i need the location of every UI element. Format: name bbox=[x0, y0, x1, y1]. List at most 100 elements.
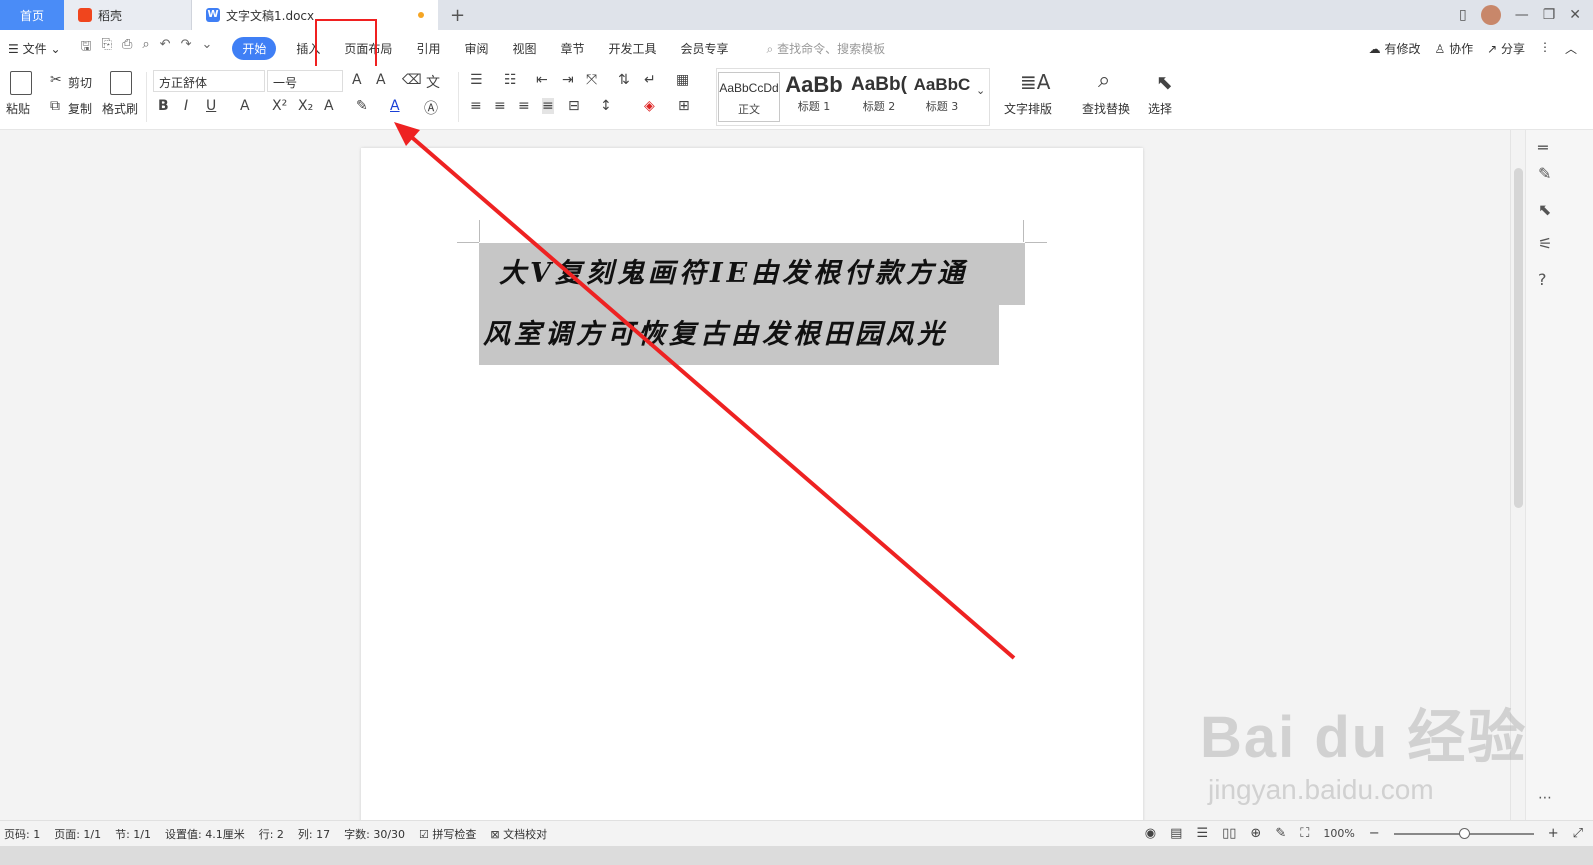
style-heading-1[interactable]: AaBb 标题 1 bbox=[782, 72, 846, 122]
align-right-icon[interactable]: ≡ bbox=[518, 98, 530, 114]
status-section[interactable]: 节: 1/1 bbox=[115, 826, 151, 842]
fit-page-icon[interactable]: ⛶ bbox=[1300, 826, 1309, 841]
font-size-select[interactable]: 一号 bbox=[267, 70, 343, 92]
panel-handle-icon[interactable]: ═ bbox=[1538, 138, 1548, 157]
layout-switch-icon[interactable]: ▯ bbox=[1459, 7, 1467, 23]
text-layout-button[interactable]: 文字排版 bbox=[1004, 100, 1052, 117]
font-grow-icon[interactable]: A bbox=[352, 72, 362, 88]
cut-button[interactable]: 剪切 bbox=[68, 74, 92, 91]
clear-format-icon[interactable]: ⌫ bbox=[402, 72, 422, 88]
decrease-indent-icon[interactable]: ⇤ bbox=[536, 72, 548, 88]
font-shrink-icon[interactable]: A bbox=[376, 72, 386, 88]
reading-view-icon[interactable]: ▯▯ bbox=[1222, 826, 1236, 841]
format-painter-icon[interactable] bbox=[110, 71, 132, 95]
web-view-icon[interactable]: ⊕ bbox=[1250, 826, 1261, 841]
edit-pen-icon[interactable]: ✎ bbox=[1538, 164, 1551, 183]
settings-sliders-icon[interactable]: ⚟ bbox=[1538, 234, 1552, 253]
status-pages[interactable]: 页面: 1/1 bbox=[54, 826, 101, 842]
write-mode-icon[interactable]: ✎ bbox=[1275, 826, 1286, 841]
selected-text-line-1[interactable]: 大V复刻鬼画符IE由发根付款方通 bbox=[479, 243, 1025, 305]
document-page[interactable]: 大V复刻鬼画符IE由发根付款方通 风室调方可恢复古由发根田园风光 bbox=[361, 148, 1143, 820]
scroll-thumb[interactable] bbox=[1514, 168, 1523, 508]
subscript-icon[interactable]: X₂ bbox=[298, 98, 313, 114]
menu-tab-insert[interactable]: 插入 bbox=[284, 40, 332, 57]
menu-tab-section[interactable]: 章节 bbox=[548, 40, 596, 57]
zoom-slider-knob[interactable] bbox=[1458, 827, 1470, 839]
menu-tab-references[interactable]: 引用 bbox=[404, 40, 452, 57]
style-normal[interactable]: AaBbCcDd 正文 bbox=[718, 72, 780, 122]
print-icon[interactable]: ⎙ bbox=[122, 37, 132, 59]
menu-tab-page-layout[interactable]: 页面布局 bbox=[332, 40, 404, 57]
more-icon[interactable]: ⋮ bbox=[1539, 40, 1551, 57]
menu-tab-view[interactable]: 视图 bbox=[500, 40, 548, 57]
status-row[interactable]: 行: 2 bbox=[259, 826, 284, 842]
highlight-pen-icon[interactable]: ✎ bbox=[356, 98, 368, 114]
format-painter-button[interactable]: 格式刷 bbox=[102, 100, 138, 117]
menu-tab-review[interactable]: 审阅 bbox=[452, 40, 500, 57]
gallery-scroll-icon[interactable]: ⌄ bbox=[976, 84, 985, 97]
tab-home[interactable]: 首页 bbox=[0, 0, 64, 30]
select-button[interactable]: 选择 bbox=[1148, 100, 1172, 117]
pointer-icon[interactable]: ⬉ bbox=[1538, 200, 1551, 219]
status-page[interactable]: 页码: 1 bbox=[4, 826, 40, 842]
numbered-list-icon[interactable]: ☷ bbox=[504, 72, 517, 88]
spell-check-button[interactable]: ☑ 拼写检查 bbox=[419, 826, 476, 842]
avatar[interactable] bbox=[1480, 5, 1501, 25]
minimize-icon[interactable]: — bbox=[1515, 7, 1529, 23]
fullscreen-icon[interactable]: ⤢ bbox=[1573, 826, 1583, 841]
customize-icon[interactable]: ⌄ bbox=[201, 37, 212, 59]
page-view-icon[interactable]: ▤ bbox=[1170, 826, 1182, 841]
align-left-icon[interactable]: ≡ bbox=[470, 98, 482, 114]
selected-text-line-2[interactable]: 风室调方可恢复古由发根田园风光 bbox=[479, 305, 999, 365]
more-dots-icon[interactable]: ⋯ bbox=[1538, 790, 1552, 806]
distributed-icon[interactable]: ⊟ bbox=[568, 98, 580, 114]
undo-icon[interactable]: ↶ bbox=[160, 37, 171, 59]
font-name-select[interactable]: 方正舒体 bbox=[153, 70, 265, 92]
paste-icon[interactable] bbox=[10, 71, 32, 95]
share-button[interactable]: ↗ 分享 bbox=[1487, 40, 1525, 57]
export-icon[interactable]: ⎘ bbox=[102, 37, 112, 59]
tab-daoke[interactable]: 稻壳 bbox=[64, 0, 192, 30]
zoom-out-icon[interactable]: − bbox=[1369, 826, 1380, 841]
status-word-count[interactable]: 字数: 30/30 bbox=[344, 826, 405, 842]
command-search[interactable]: ⌕ 查找命令、搜索模板 bbox=[755, 40, 898, 57]
proofread-button[interactable]: ⊠ 文档校对 bbox=[490, 826, 547, 842]
paste-button[interactable]: 粘贴 bbox=[6, 100, 30, 117]
help-icon[interactable]: ? bbox=[1538, 270, 1547, 289]
modified-button[interactable]: ☁ 有修改 bbox=[1369, 40, 1421, 57]
increase-indent-icon[interactable]: ⇥ bbox=[562, 72, 574, 88]
tab-document[interactable]: W 文字文稿1.docx bbox=[192, 0, 438, 30]
text-effect-icon[interactable]: A bbox=[324, 98, 334, 114]
style-heading-3[interactable]: AaBbC 标题 3 bbox=[910, 72, 974, 122]
find-replace-button[interactable]: 查找替换 bbox=[1082, 100, 1130, 117]
status-setting[interactable]: 设置值: 4.1厘米 bbox=[165, 826, 245, 842]
bullet-list-icon[interactable]: ☰ bbox=[470, 72, 483, 88]
show-marks-icon[interactable]: ↵ bbox=[644, 72, 656, 88]
chinese-layout-icon[interactable]: ⤧ bbox=[586, 72, 597, 88]
print-preview-icon[interactable]: ⌕ bbox=[142, 37, 149, 59]
bold-icon[interactable]: B bbox=[158, 98, 169, 114]
style-heading-2[interactable]: AaBb( 标题 2 bbox=[848, 72, 910, 122]
zoom-in-icon[interactable]: + bbox=[1548, 826, 1559, 841]
new-tab-button[interactable]: + bbox=[438, 0, 477, 30]
collapse-ribbon-icon[interactable]: ︿ bbox=[1565, 40, 1577, 57]
line-spacing-icon[interactable]: ↕ bbox=[600, 98, 612, 114]
shading-icon[interactable]: ◈ bbox=[644, 98, 655, 114]
file-menu[interactable]: ☰ 文件 ⌄ bbox=[8, 40, 73, 57]
redo-icon[interactable]: ↷ bbox=[181, 37, 192, 59]
font-color-icon[interactable]: A bbox=[390, 98, 400, 114]
status-col[interactable]: 列: 17 bbox=[298, 826, 330, 842]
justify-icon[interactable]: ≡ bbox=[542, 98, 554, 114]
menu-tab-developer[interactable]: 开发工具 bbox=[597, 40, 669, 57]
menu-tab-start[interactable]: 开始 bbox=[232, 36, 277, 60]
sort-icon[interactable]: ⇅ bbox=[618, 72, 630, 88]
strikethrough-icon[interactable]: A bbox=[240, 98, 250, 114]
borders-icon[interactable]: ⊞ bbox=[678, 98, 690, 114]
document-workspace[interactable]: 大V复刻鬼画符IE由发根付款方通 风室调方可恢复古由发根田园风光 bbox=[0, 130, 1510, 820]
restore-icon[interactable]: ❐ bbox=[1543, 7, 1556, 23]
eye-protection-icon[interactable]: ◉ bbox=[1145, 826, 1156, 841]
outline-view-icon[interactable]: ☰ bbox=[1196, 826, 1208, 841]
collaborate-button[interactable]: ♙ 协作 bbox=[1434, 40, 1473, 57]
zoom-slider[interactable] bbox=[1393, 827, 1534, 839]
copy-button[interactable]: 复制 bbox=[68, 100, 92, 117]
